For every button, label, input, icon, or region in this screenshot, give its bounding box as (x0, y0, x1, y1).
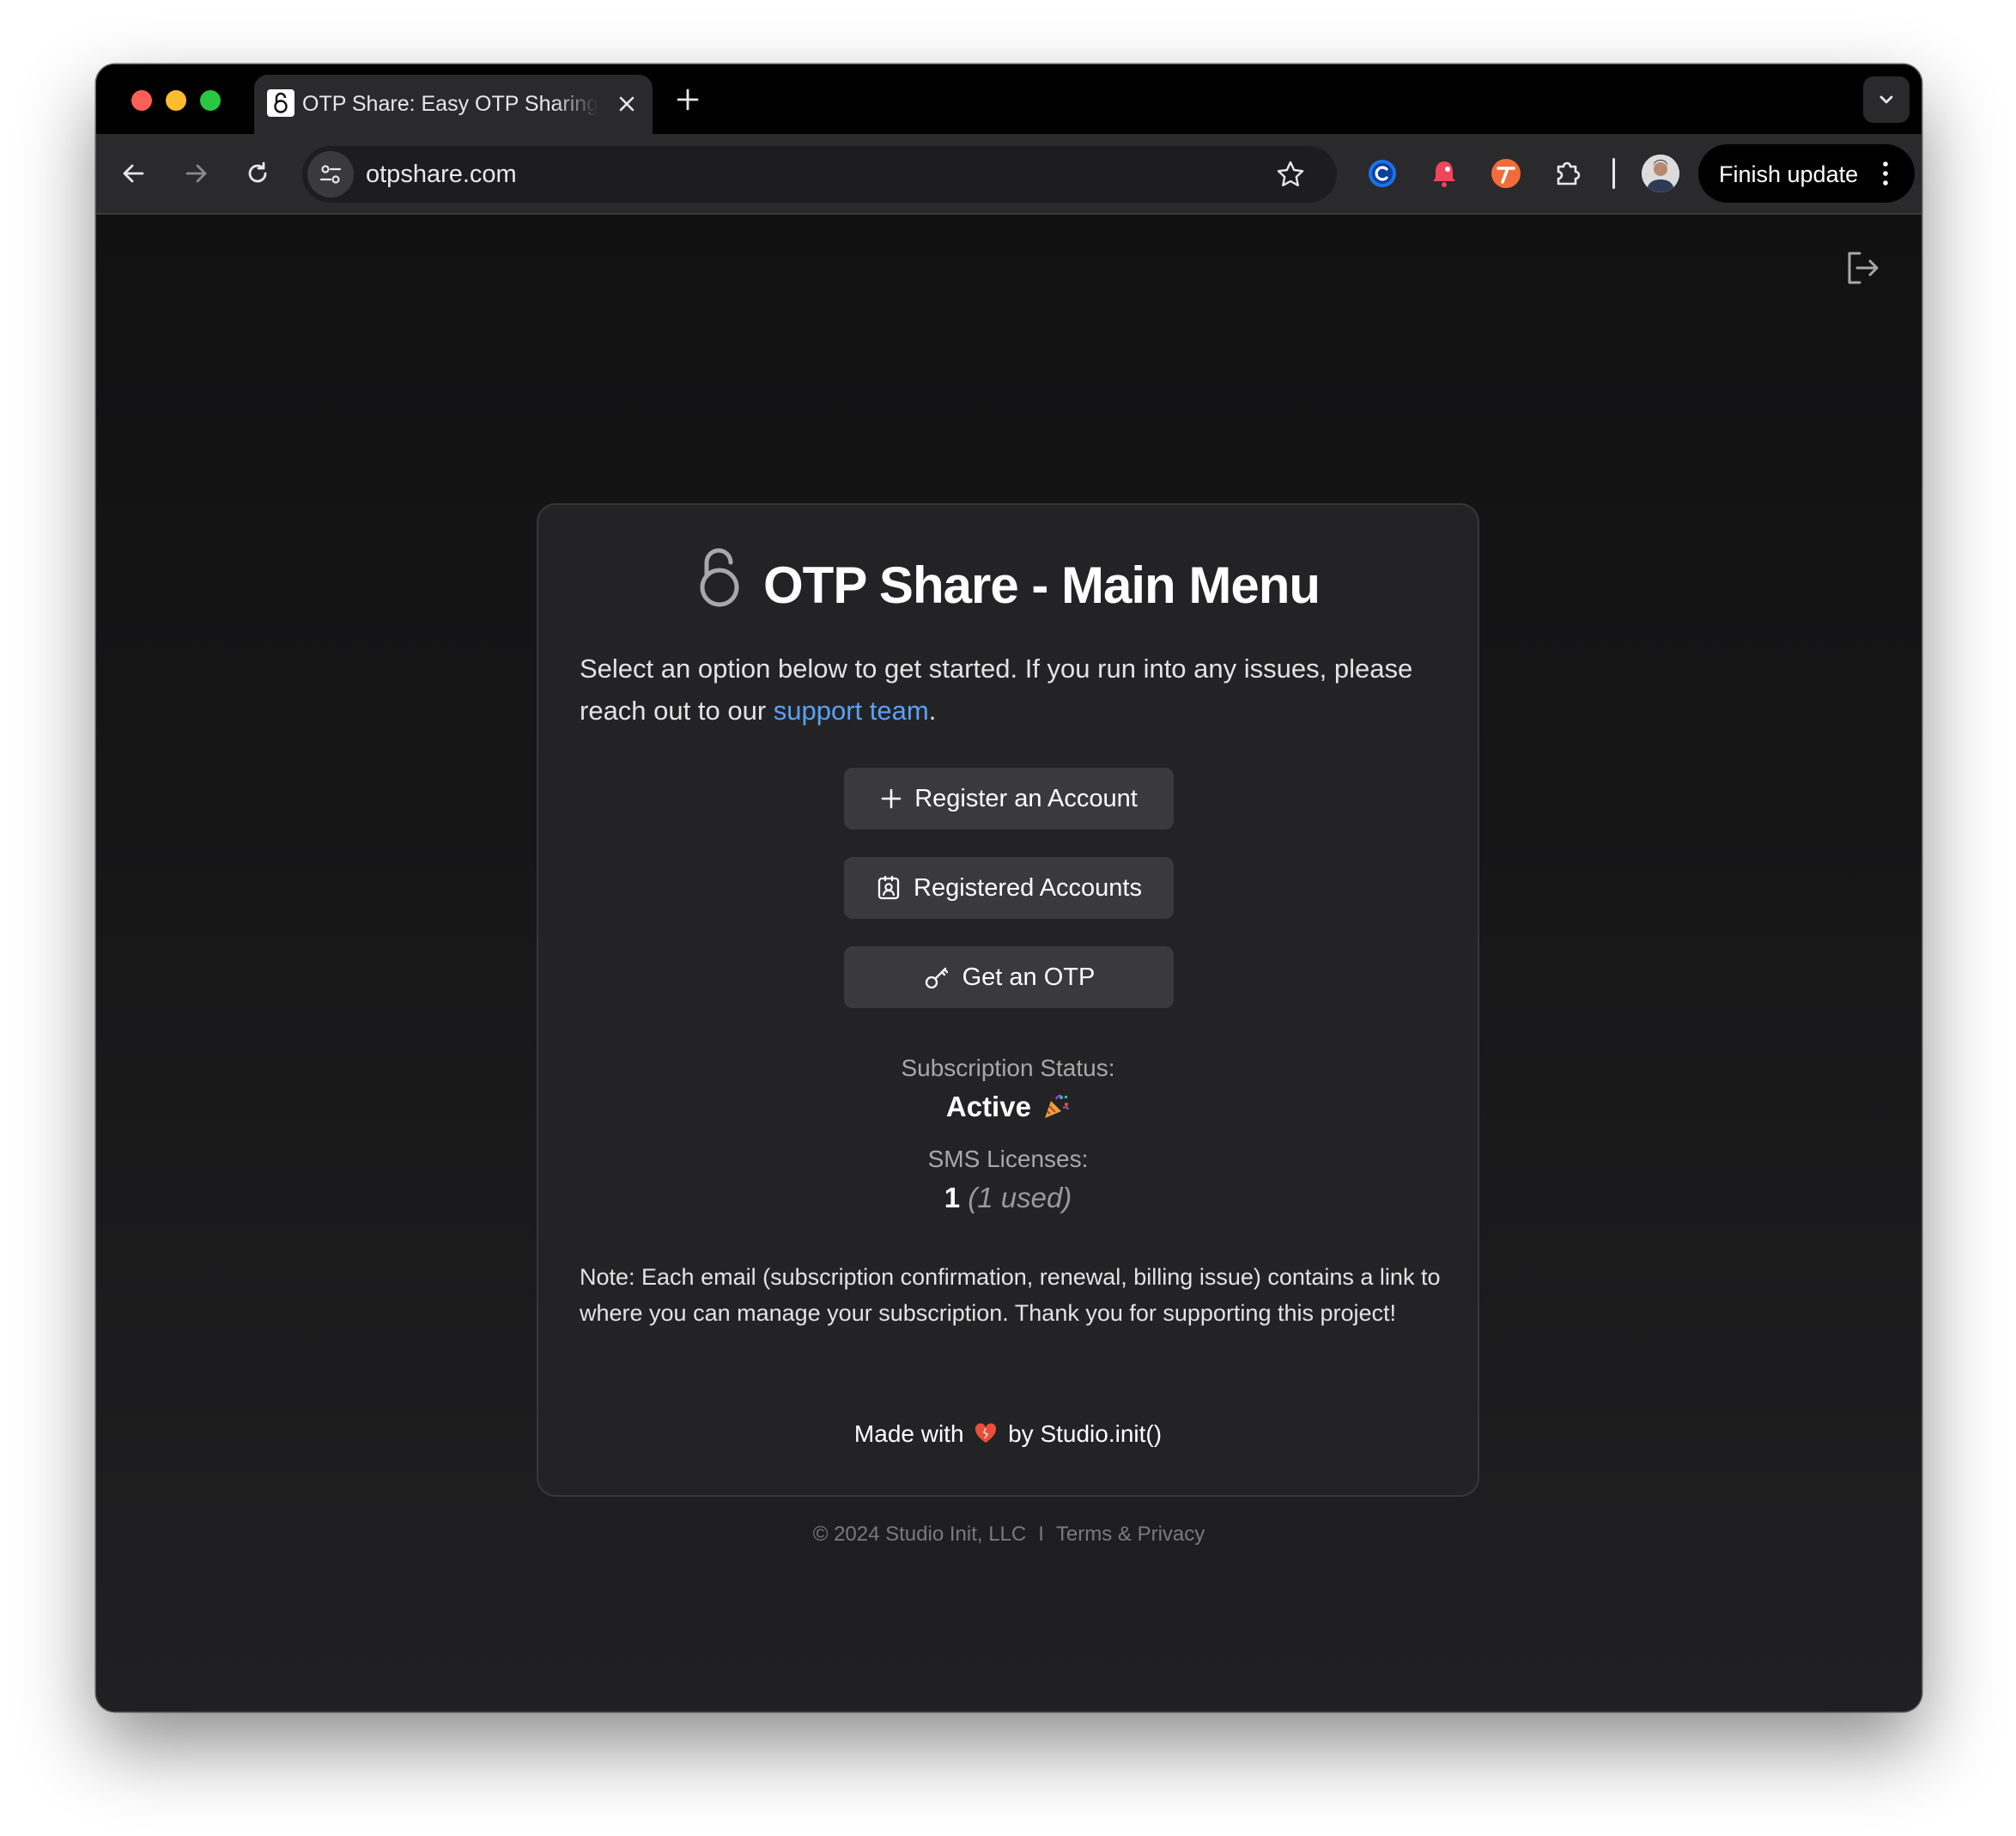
subscription-status-text: Active (945, 1091, 1031, 1122)
made-with-credit: Made with by Studio.init() (538, 1420, 1478, 1448)
page-footer: © 2024 Studio Init, LLC I Terms & Privacy (96, 1523, 1922, 1547)
subscription-status-label: Subscription Status: (901, 1055, 1115, 1081)
toolbar-divider (1612, 158, 1615, 189)
close-window-button[interactable] (131, 90, 152, 111)
chevron-down-icon (1879, 95, 1893, 104)
minimize-window-button[interactable] (166, 90, 186, 111)
plus-icon[interactable] (673, 85, 702, 114)
profile-photo-icon (1642, 155, 1679, 192)
sms-licenses-value: 1 (1 used) (538, 1182, 1478, 1214)
avatar[interactable] (1642, 155, 1679, 192)
register-account-button[interactable]: Register an Account (844, 768, 1174, 830)
main-menu-card: OTP Share - Main Menu Select an option b… (537, 503, 1479, 1497)
tab-strip: OTP Share: Easy OTP Sharing (96, 64, 1922, 134)
reload-icon[interactable] (240, 156, 275, 191)
page-content: OTP Share - Main Menu Select an option b… (96, 215, 1922, 1711)
finish-update-label: Finish update (1719, 161, 1859, 187)
sms-licenses-used: (1 used) (968, 1182, 1072, 1213)
made-with-suffix: by Studio.init() (1008, 1420, 1163, 1447)
browser-toolbar: otpshare.com Finish update (96, 134, 1922, 215)
support-team-link[interactable]: support team (774, 696, 929, 726)
registered-accounts-label: Registered Accounts (914, 873, 1142, 902)
address-bar[interactable]: otpshare.com (302, 146, 1337, 203)
url-text: otpshare.com (366, 161, 517, 188)
lock-icon (700, 548, 739, 607)
get-otp-button[interactable]: Get an OTP (844, 946, 1174, 1008)
more-vert-icon (1883, 161, 1888, 185)
tab-search-button[interactable] (1863, 76, 1910, 123)
copyright-text: © 2024 Studio Init, LLC (812, 1523, 1027, 1546)
get-otp-label: Get an OTP (962, 963, 1096, 991)
arrow-right-icon[interactable] (179, 156, 213, 191)
page-title-text: OTP Share - Main Menu (763, 556, 1321, 614)
tab-title: OTP Share: Easy OTP Sharing (302, 92, 598, 116)
registered-accounts-button[interactable]: Registered Accounts (844, 857, 1174, 919)
site-info-button[interactable] (307, 151, 354, 198)
made-with-prefix: Made with (853, 1420, 964, 1447)
puzzle-icon[interactable] (1551, 156, 1585, 191)
intro-body: Select an option below to get started. I… (580, 654, 1413, 726)
intro-text: Select an option below to get started. I… (580, 647, 1438, 732)
terms-privacy-link[interactable]: Terms & Privacy (1056, 1523, 1205, 1546)
extension-c-icon[interactable] (1365, 156, 1400, 191)
sms-licenses-count: 1 (944, 1182, 961, 1213)
heart-icon (975, 1423, 997, 1443)
register-account-label: Register an Account (914, 784, 1138, 812)
finish-update-button[interactable]: Finish update (1698, 144, 1915, 203)
subscription-note: Note: Each email (subscription confirmat… (580, 1264, 1441, 1326)
footer-separator: I (1038, 1523, 1044, 1546)
sms-licenses-label: SMS Licenses: (927, 1146, 1089, 1172)
logout-icon[interactable] (1843, 248, 1882, 288)
zoom-window-button[interactable] (200, 90, 221, 111)
extension-t-icon[interactable] (1489, 156, 1523, 191)
key-icon (925, 967, 948, 989)
party-popper-icon (1045, 1094, 1070, 1118)
page-title: OTP Share - Main Menu (538, 546, 1478, 615)
star-icon[interactable] (1275, 159, 1306, 190)
tune-icon (319, 165, 342, 184)
lock-icon (267, 89, 295, 117)
browser-window: OTP Share: Easy OTP Sharing otpshare.com… (96, 64, 1922, 1711)
plus-icon (881, 788, 902, 809)
close-icon[interactable] (615, 92, 639, 116)
extension-bell-icon[interactable] (1427, 156, 1461, 191)
contact-icon (877, 875, 900, 900)
subscription-status-value: Active (538, 1091, 1478, 1123)
intro-end: . (928, 696, 937, 726)
arrow-left-icon[interactable] (117, 156, 151, 191)
browser-tab[interactable]: OTP Share: Easy OTP Sharing (254, 75, 653, 134)
